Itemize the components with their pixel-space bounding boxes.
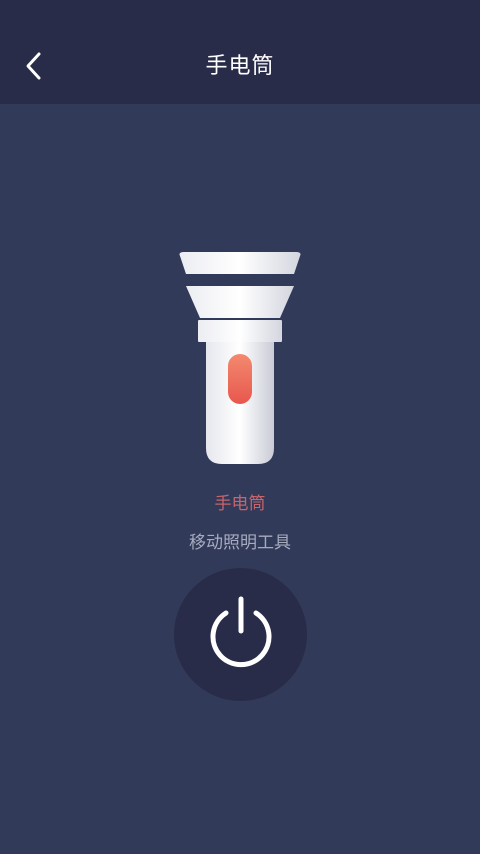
power-icon [210,596,271,667]
tool-description: 移动照明工具 [189,533,291,553]
tool-name: 手电筒 [214,494,266,514]
top-bar: 手电筒 [0,0,480,104]
page-title: 手电筒 [205,54,275,79]
flashlight-icon [179,252,301,464]
power-button[interactable] [174,568,307,701]
